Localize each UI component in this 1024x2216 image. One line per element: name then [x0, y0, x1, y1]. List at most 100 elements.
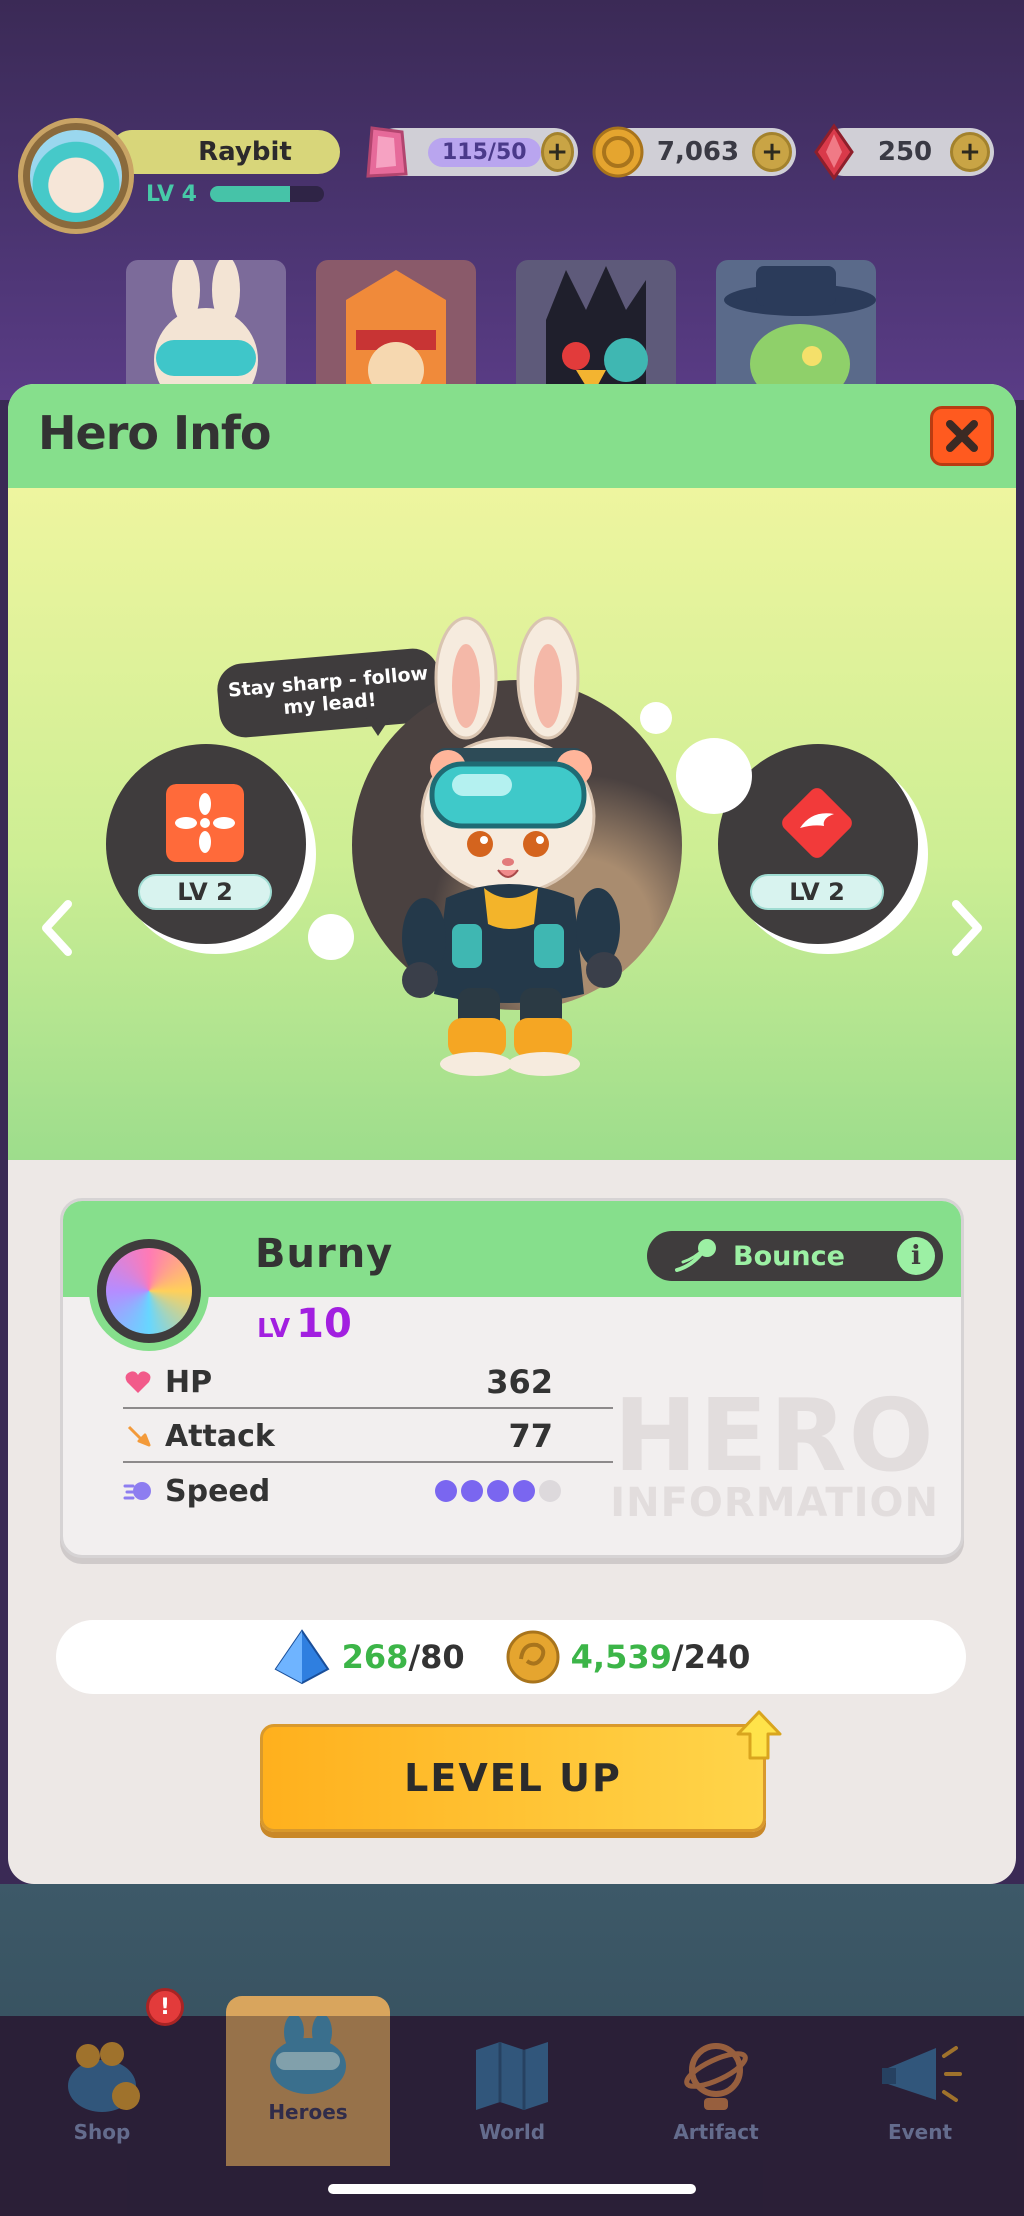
nav-world[interactable]: World: [432, 2016, 592, 2176]
roster-hero-card[interactable]: [126, 260, 286, 400]
stat-row-speed: Speed: [123, 1465, 613, 1517]
speed-icon: [123, 1482, 151, 1500]
hero-element-badge: [89, 1231, 209, 1351]
energy-value: 115/50: [428, 137, 541, 167]
shop-bag-icon: [68, 2042, 140, 2112]
upgrade-arrow-icon: [736, 1710, 782, 1760]
add-coins-button[interactable]: +: [752, 132, 792, 172]
stat-row-attack: Attack 77: [123, 1411, 613, 1463]
speed-dot-filled: [513, 1480, 535, 1502]
coin-resource: 7,063 +: [592, 126, 796, 178]
bounce-skill-icon: [675, 1239, 716, 1272]
roster-penguin-portrait: [546, 266, 648, 400]
previous-hero-arrow-icon[interactable]: [38, 898, 78, 958]
coin-icon: [592, 126, 644, 178]
blue-crystal-icon: [274, 1629, 330, 1685]
megaphone-icon: [882, 2046, 962, 2102]
nav-event[interactable]: Event: [840, 2016, 1000, 2176]
stat-row-hp: HP 362: [123, 1357, 613, 1409]
nav-artifact[interactable]: Artifact: [636, 2016, 796, 2176]
stat-value-attack: 77: [508, 1417, 553, 1455]
speed-dot-filled: [487, 1480, 509, 1502]
player-xp-fill: [210, 186, 290, 202]
left-skill-level: LV 2: [138, 874, 272, 910]
speed-rating: [435, 1480, 561, 1502]
nav-heroes[interactable]: Heroes: [226, 1996, 390, 2166]
player-status-bar: Raybit LV 4 115/50 + 7,063 + 250 +: [0, 110, 1024, 234]
coin-cost: 4,539 /240: [505, 1629, 751, 1685]
player-xp-bar: [210, 186, 324, 202]
modal-header: Hero Info: [8, 384, 1016, 488]
world-map-icon: [476, 2042, 548, 2110]
skill-info-icon[interactable]: i: [897, 1237, 935, 1275]
burny-bunny-hero-figure: [402, 616, 622, 1076]
hero-level-prefix: LV: [257, 1314, 291, 1344]
burst-skill-icon: [166, 784, 244, 862]
roster-hero-card[interactable]: [516, 260, 676, 400]
modal-title: Hero Info: [38, 406, 271, 460]
right-skill-level: LV 2: [750, 874, 884, 910]
player-name: Raybit: [110, 130, 340, 174]
stat-value-hp: 362: [486, 1363, 553, 1401]
gem-resource: 250 +: [814, 123, 994, 181]
level-up-button[interactable]: LEVEL UP: [260, 1724, 766, 1832]
heart-icon: [125, 1371, 151, 1393]
nav-shop[interactable]: Shop: [22, 2016, 182, 2176]
nav-heroes-label: Heroes: [268, 2100, 348, 2124]
stat-label-attack: Attack: [165, 1418, 275, 1454]
roster-tiger-portrait: [346, 270, 446, 400]
speed-dot-empty: [539, 1480, 561, 1502]
nav-world-label: World: [478, 2120, 546, 2144]
dash-skill-icon: [782, 788, 852, 858]
nav-event-label: Event: [887, 2120, 953, 2144]
roster-hero-card[interactable]: [716, 260, 876, 400]
hero-information-watermark: HERO INFORMATION: [610, 1386, 939, 1526]
spiral-element-icon: [106, 1248, 192, 1334]
speed-dot-filled: [435, 1480, 457, 1502]
coins-owned: 4,539: [570, 1638, 672, 1676]
nav-artifact-label: Artifact: [673, 2120, 759, 2144]
hero-name: Burny: [255, 1231, 394, 1277]
hero-roster-strip: [0, 250, 1024, 400]
next-hero-arrow-icon[interactable]: [946, 898, 986, 958]
home-indicator[interactable]: [328, 2184, 696, 2194]
level-up-cost-bar: 268 /80 4,539 /240: [56, 1620, 966, 1694]
roster-hero-card[interactable]: [316, 260, 476, 400]
coins-required: /240: [671, 1638, 751, 1676]
roster-bunny-portrait: [154, 260, 258, 400]
speech-bubble-tail: [366, 718, 390, 736]
hero-skill-name: Bounce: [733, 1240, 845, 1272]
decor-dot: [308, 914, 354, 960]
hero-skill-pill[interactable]: Bounce i: [647, 1231, 943, 1281]
speed-dot-filled: [461, 1480, 483, 1502]
gold-coin-icon: [506, 1630, 560, 1684]
close-icon: [946, 420, 978, 452]
crystal-owned: 268: [341, 1638, 409, 1676]
nav-shop-label: Shop: [73, 2120, 131, 2144]
hero-info-card: Burny LV 10 Bounce i HERO INFORMATION HP …: [60, 1198, 964, 1558]
heroes-bunny-icon: [270, 2016, 346, 2094]
stat-label-speed: Speed: [165, 1473, 271, 1509]
sword-icon: [127, 1425, 151, 1447]
avatar-image: [30, 130, 122, 222]
player-avatar[interactable]: [18, 118, 134, 234]
roster-lizard-portrait: [724, 266, 876, 400]
energy-resource: 115/50 +: [366, 126, 578, 178]
add-gems-button[interactable]: +: [950, 132, 990, 172]
hero-level-value: 10: [296, 1301, 352, 1347]
hero-info-modal: Hero Info Stay sharp - follow my lead! L…: [8, 384, 1016, 1884]
energy-crystal-icon: [366, 126, 408, 178]
decor-dot: [676, 738, 752, 814]
watermark-top: HERO: [613, 1377, 936, 1494]
close-button[interactable]: [930, 406, 994, 466]
artifact-globe-icon: [684, 2043, 748, 2110]
red-gem-icon: [814, 123, 854, 181]
shop-alert-badge: !: [146, 1988, 184, 2026]
crystal-cost: 268 /80: [272, 1629, 465, 1685]
watermark-bottom: INFORMATION: [610, 1480, 939, 1526]
add-energy-button[interactable]: +: [540, 132, 574, 172]
stat-label-hp: HP: [165, 1364, 213, 1400]
hero-level: LV 10: [257, 1301, 352, 1347]
player-level: LV 4: [146, 182, 197, 207]
left-skill-slot[interactable]: LV 2: [106, 744, 306, 944]
